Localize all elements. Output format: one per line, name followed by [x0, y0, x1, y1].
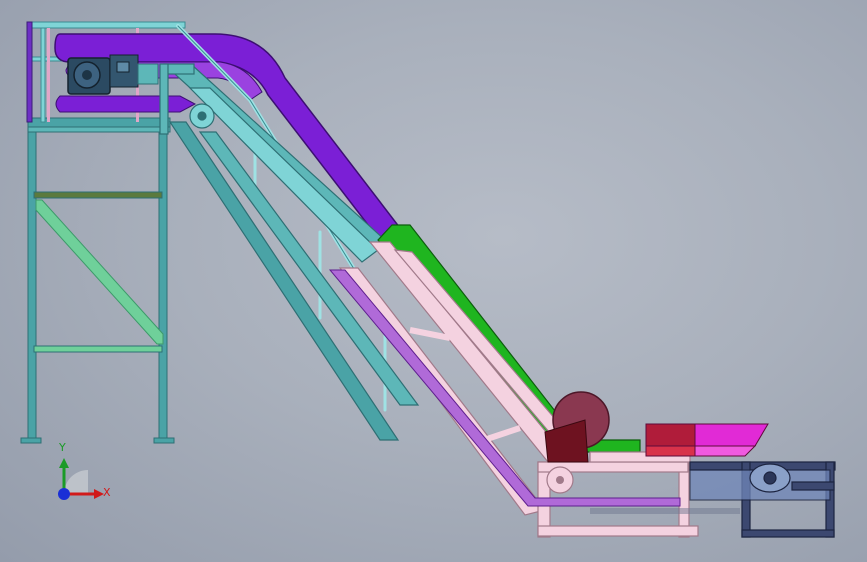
floor-shadow	[590, 508, 740, 514]
coordinate-triad-icon	[58, 458, 104, 500]
support-brace	[35, 199, 164, 345]
support-frame[interactable]	[20, 117, 175, 444]
3d-model-viewport[interactable]: X Y	[0, 0, 867, 562]
feed-hopper[interactable]	[645, 423, 769, 457]
conveyor-model[interactable]	[0, 0, 867, 562]
x-axis-label: X	[103, 486, 111, 499]
base-frame[interactable]	[689, 461, 836, 538]
y-axis-label: Y	[59, 441, 66, 454]
